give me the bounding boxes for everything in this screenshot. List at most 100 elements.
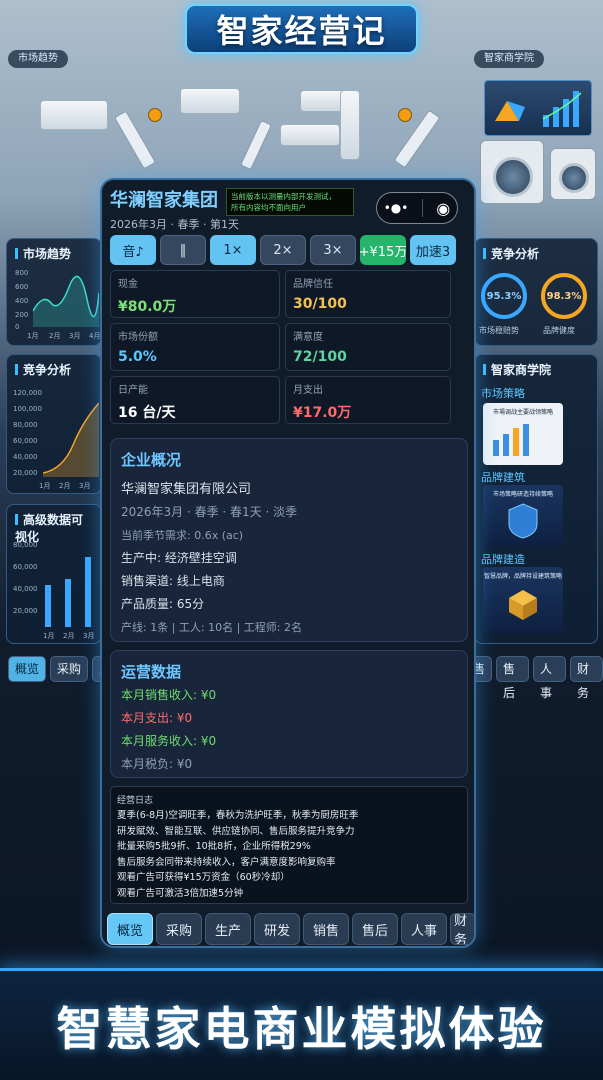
monthly-expense: 本月支出: ¥0 xyxy=(121,711,193,725)
card-title: 企业概况 xyxy=(121,451,182,469)
log-line: 观看广告可获得¥15万资金（60秒冷却） xyxy=(117,872,290,883)
log-title: 经营日志 xyxy=(117,796,154,806)
operation-log: 经营日志 夏季(6-8月)空调旺季，春秋为洗护旺季，秋季为厨房旺季 研发赋效、智… xyxy=(110,786,468,904)
x-tick: 2月 xyxy=(59,482,71,490)
robot-arm-illustration xyxy=(239,119,273,171)
phone-game-screen: 华澜智家集团 2026年3月 · 春季 · 第1天 当前版本以测量内部开发测试，… xyxy=(100,178,476,948)
speed-3x-button[interactable]: 3× xyxy=(310,235,356,265)
x-tick: 4月 xyxy=(89,332,101,340)
y-tick: 200 xyxy=(15,311,29,319)
y-tick: 20,000 xyxy=(13,469,38,477)
speed-2x-button[interactable]: 2× xyxy=(260,235,306,265)
tab-finance[interactable]: 财务 xyxy=(450,913,474,945)
competition-area-chart xyxy=(43,402,99,477)
stat-label: 现金 xyxy=(118,279,138,290)
x-tick: 3月 xyxy=(69,332,81,340)
staff-summary: 产线: 1条 | 工人: 10名 | 工程师: 2名 xyxy=(121,621,302,634)
right-academy-panel: 智家商学院 市场策略 市場调战主要战领策略 品牌建筑 市场策略研造持续策略 品牌… xyxy=(474,354,598,644)
stat-cash: 现金 ¥80.0万 xyxy=(110,270,280,318)
tab-production[interactable]: 生产 xyxy=(205,913,251,945)
company-full-name: 华澜智家集团有限公司 xyxy=(121,482,252,497)
academy-card-brand[interactable]: 市场策略研造持续策略 xyxy=(483,485,563,547)
tab-purchase[interactable]: 采购 xyxy=(156,913,202,945)
academy-card-market[interactable]: 市場调战主要战领策略 xyxy=(483,403,563,465)
stat-value: 16 台/天 xyxy=(118,405,176,421)
air-conditioner-illustration xyxy=(180,88,240,114)
robot-joint-illustration xyxy=(148,108,162,122)
x-tick: 1月 xyxy=(39,482,51,490)
bg-tab-aftersales[interactable]: 售后 xyxy=(496,656,530,700)
left-advanced-viz-panel: 高级数据可视化 80,000 60,000 40,000 20,000 1月 2… xyxy=(6,504,102,644)
stat-label: 市场份额 xyxy=(118,332,158,343)
panel-title: 竞争分析 xyxy=(15,361,93,378)
card-caption: 智慧品牌，品牌持设建筑策略 xyxy=(483,573,562,580)
gauge-caption: 品牌健度 xyxy=(543,326,575,335)
bg-tab-purchase[interactable]: 采购 xyxy=(50,656,89,682)
stat-brand-trust: 品牌信任 30/100 xyxy=(285,270,451,318)
tab-aftersales[interactable]: 售后 xyxy=(352,913,398,945)
panel-title: 高级数据可视化 xyxy=(15,511,93,545)
bg-tab-hr[interactable]: 人事 xyxy=(533,656,567,700)
ticker-line: 当前版本以测量内部开发测试， xyxy=(231,192,336,201)
tab-rnd[interactable]: 研发 xyxy=(254,913,300,945)
bg-tab-overview[interactable]: 概览 xyxy=(8,656,47,682)
monthly-sales-income: 本月销售收入: ¥0 xyxy=(121,688,217,702)
log-line: 研发赋效、智能互联、供应链协同、售后服务提升竞争力 xyxy=(117,825,355,837)
log-line: 观看广告可激活3倍加速5分钟 xyxy=(117,887,244,899)
shield-icon xyxy=(508,503,538,539)
air-purifier-illustration xyxy=(340,90,360,160)
academy-section-label: 品牌建筑 xyxy=(481,471,525,484)
date-line: 2026年3月 · 春季 · 第1天 xyxy=(110,218,239,231)
conveyor-illustration xyxy=(280,124,340,146)
stat-value: ¥80.0万 xyxy=(118,299,177,315)
card-title: 运营数据 xyxy=(121,663,182,681)
stat-label: 日产能 xyxy=(118,385,148,396)
stat-value: 72/100 xyxy=(293,349,347,365)
stat-daily-capacity: 日产能 16 台/天 xyxy=(110,376,280,424)
product-quality: 产品质量: 65分 xyxy=(121,597,205,611)
x-tick: 1月 xyxy=(27,332,39,340)
trend-line-chart xyxy=(33,275,99,327)
y-tick: 80,000 xyxy=(13,421,38,429)
stat-label: 月支出 xyxy=(293,385,323,396)
log-line: 批量采购5批9折、10批8折，企业所得税29% xyxy=(117,841,311,852)
log-line: 夏季(6-8月)空调旺季，春秋为洗护旺季，秋季为厨房旺季 xyxy=(117,810,359,821)
air-conditioner-illustration xyxy=(40,100,108,130)
x-tick: 1月 xyxy=(43,632,55,640)
dev-notice-ticker: 当前版本以测量内部开发测试， 所有内容均不面向用户 xyxy=(226,188,354,216)
ad-bonus-button[interactable]: +¥15万 xyxy=(360,235,406,265)
washing-machine-illustration xyxy=(550,148,596,200)
right-competition-panel: 竞争分析 95.3% 98.3% 市场稳赔势 品牌健度 xyxy=(474,238,598,346)
tab-sales[interactable]: 销售 xyxy=(303,913,349,945)
pause-button[interactable]: ‖ xyxy=(160,235,206,265)
bg-tab-finance[interactable]: 财务 xyxy=(570,656,603,700)
x-tick: 3月 xyxy=(83,632,95,640)
x-tick: 2月 xyxy=(49,332,61,340)
academy-card-build[interactable]: 智慧品牌，品牌持设建筑策略 xyxy=(483,567,563,633)
brand-health-gauge: 98.3% xyxy=(541,273,587,319)
operations-card: 运营数据 本月销售收入: ¥0 本月支出: ¥0 本月服务收入: ¥0 本月税负… xyxy=(110,650,468,778)
stat-value: 30/100 xyxy=(293,296,347,312)
left-competition-panel: 竞争分析 120,000 100,000 80,000 60,000 40,00… xyxy=(6,354,102,494)
stat-label: 满意度 xyxy=(293,332,323,343)
accelerate-button[interactable]: 加速3 xyxy=(410,235,456,265)
stat-label: 品牌信任 xyxy=(293,279,333,290)
y-tick: 100,000 xyxy=(13,405,42,413)
panel-title: 市场趋势 xyxy=(15,245,93,262)
tab-hr[interactable]: 人事 xyxy=(401,913,447,945)
y-tick: 40,000 xyxy=(13,585,38,593)
stat-satisfaction: 满意度 72/100 xyxy=(285,323,451,371)
academy-section-label: 品牌建造 xyxy=(481,553,525,566)
tab-overview[interactable]: 概览 xyxy=(107,913,153,945)
y-tick: 400 xyxy=(15,297,29,305)
card-caption: 市場调战主要战领策略 xyxy=(492,409,553,416)
bar-chart-icon xyxy=(493,424,529,456)
stat-value: ¥17.0万 xyxy=(293,405,352,421)
more-menu-button[interactable]: •●• xyxy=(384,201,409,215)
speed-1x-button[interactable]: 1× xyxy=(210,235,256,265)
sound-toggle-button[interactable]: 音♪ xyxy=(110,235,156,265)
close-button[interactable]: ◉ xyxy=(436,199,450,218)
cube-icon xyxy=(509,590,537,620)
x-tick: 2月 xyxy=(63,632,75,640)
ticker-line: 所有内容均不面向用户 xyxy=(231,203,306,212)
